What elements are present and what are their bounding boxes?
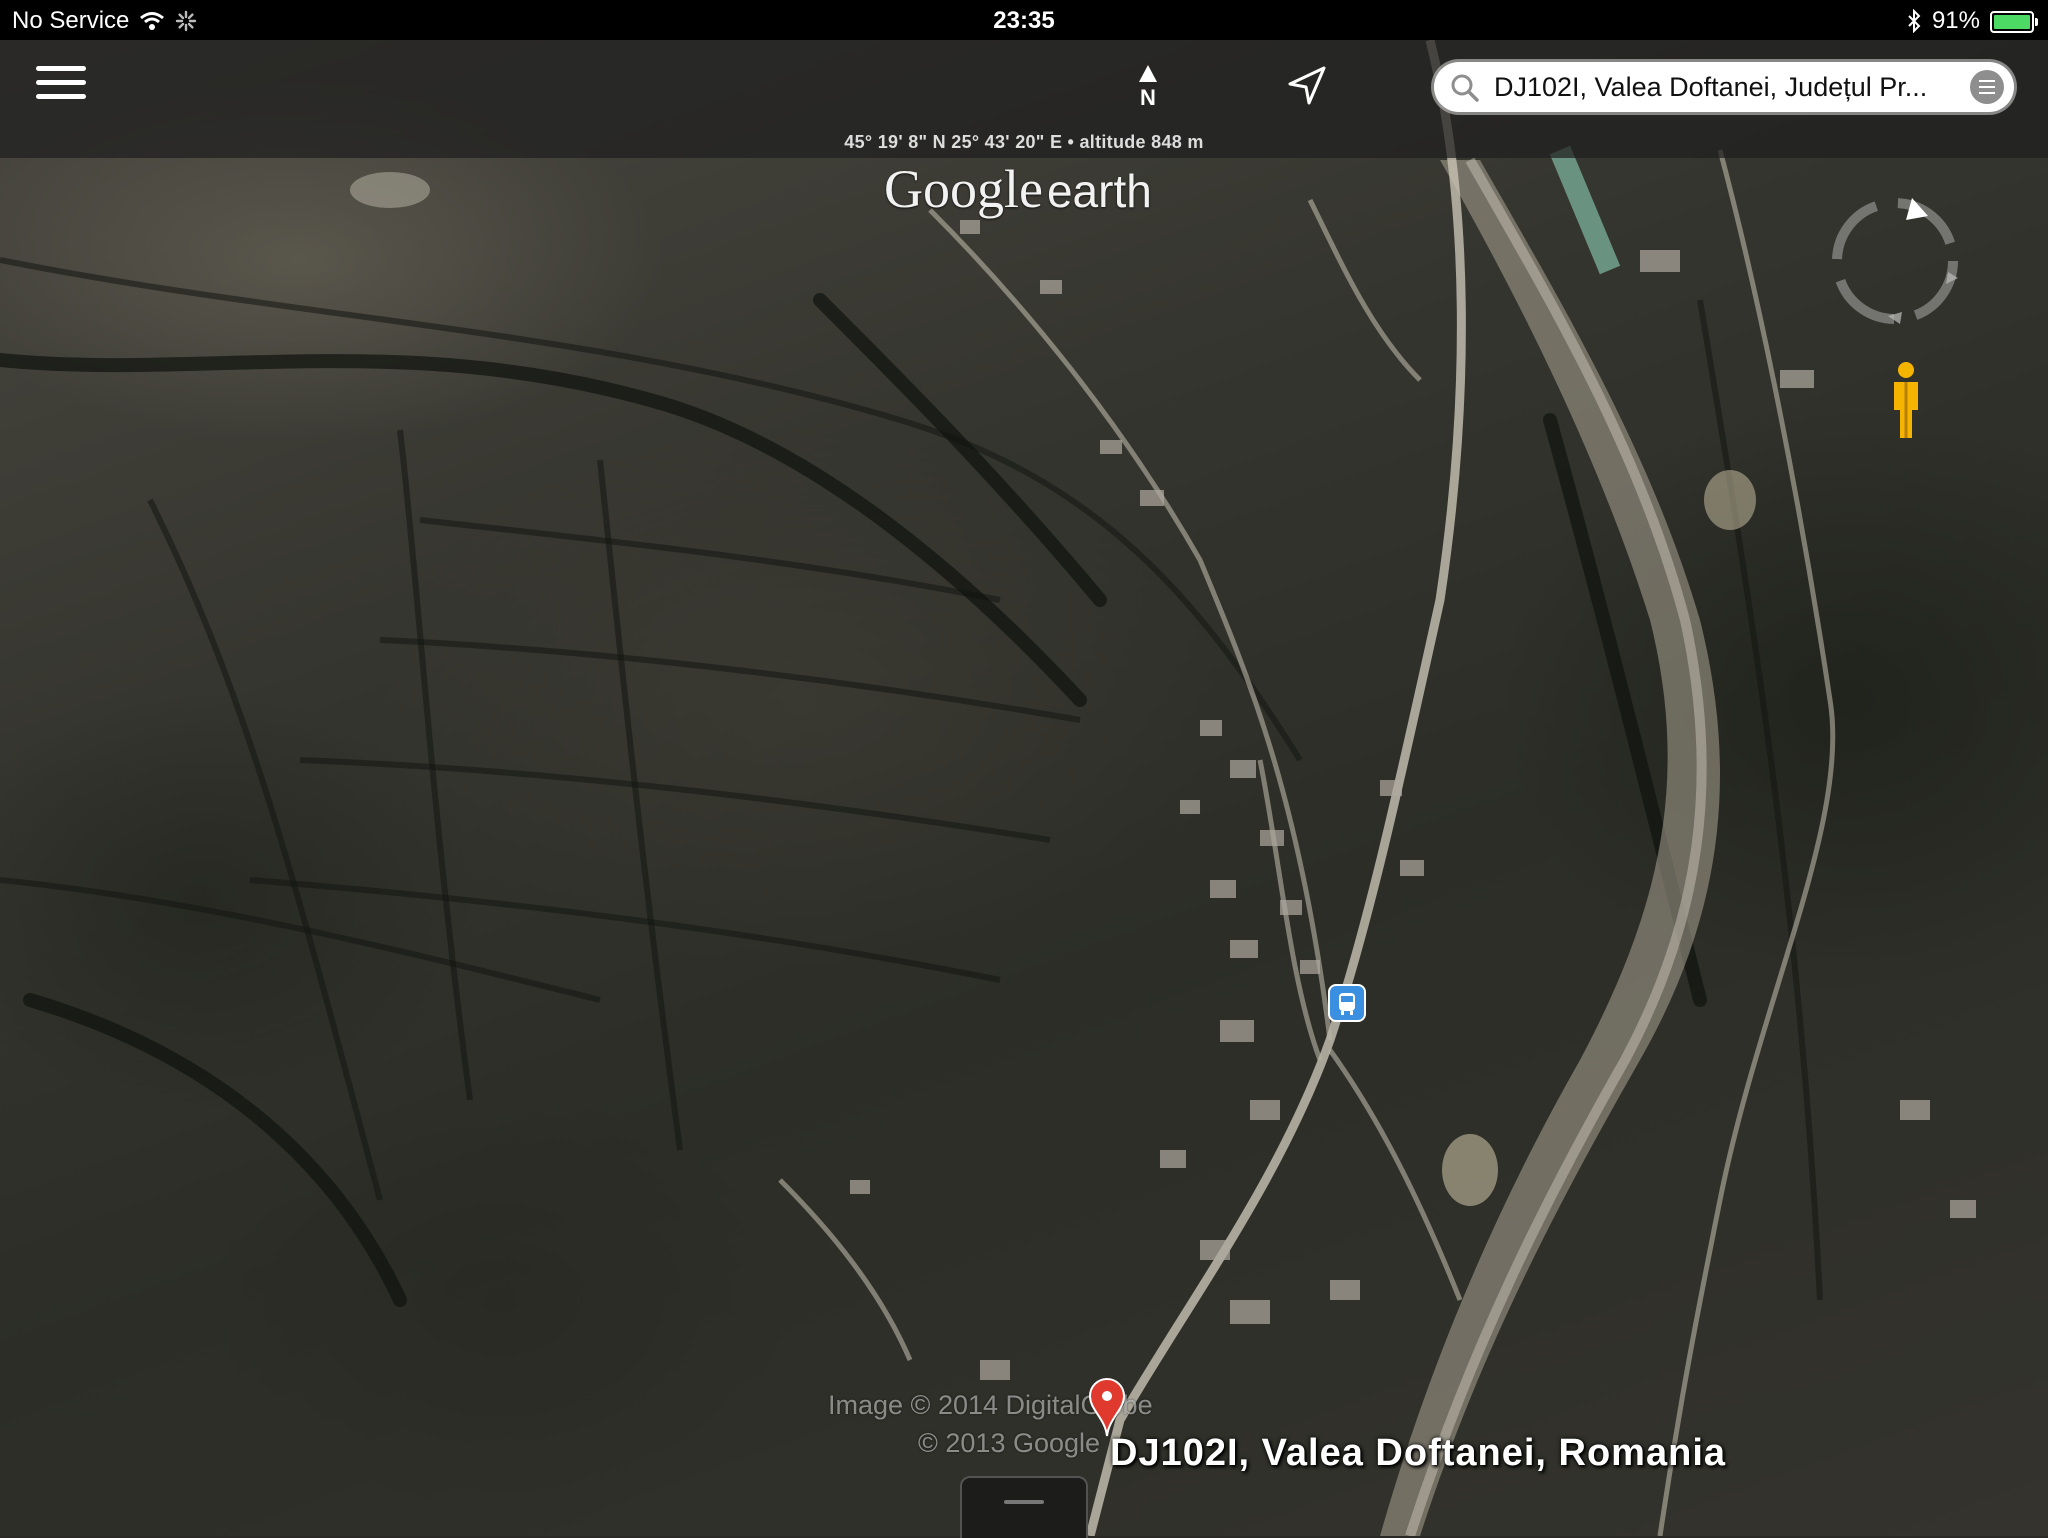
search-icon: [1451, 74, 1479, 102]
logo-google-text: Google: [884, 159, 1043, 219]
map-terrain-overlay: [0, 38, 1976, 1536]
logo-earth-text: earth: [1046, 165, 1152, 217]
top-toolbar: N DJ102I, Valea Doftanei, Județul Pr... …: [0, 40, 2048, 158]
street-view-pegman-icon: [1894, 362, 1918, 438]
coordinates-readout: 45° 19' 8" N 25° 43' 20" E • altitude 84…: [844, 132, 1204, 152]
status-right: 91%: [1906, 7, 2038, 35]
compass-icon: [1832, 198, 1958, 324]
menu-button[interactable]: [36, 66, 86, 106]
bus-stop-marker[interactable]: [1328, 984, 1366, 1022]
place-pin-marker[interactable]: [1088, 1378, 1126, 1438]
hamburger-menu-icon-line: [36, 94, 86, 99]
status-bar: No Service 23:35 91%: [0, 0, 2048, 40]
battery-icon: [1990, 11, 2038, 33]
list-icon-line: [1979, 92, 1995, 94]
location-arrow-icon: [1288, 66, 1326, 105]
bluetooth-icon: [1908, 9, 1921, 33]
north-label: N: [1140, 85, 1156, 110]
list-icon: [1979, 80, 1995, 82]
hamburger-menu-icon: [36, 66, 86, 71]
street-view-pegman[interactable]: [1888, 360, 1924, 440]
north-up-button[interactable]: N: [1128, 64, 1168, 114]
place-label[interactable]: DJ102I, Valea Doftanei, Romania: [1110, 1432, 1726, 1475]
bottom-drawer-handle[interactable]: [960, 1476, 1088, 1538]
battery-tip: [2035, 18, 2038, 26]
search-input[interactable]: DJ102I, Valea Doftanei, Județul Pr...: [1434, 62, 2014, 112]
battery-percent: 91%: [1931, 7, 1980, 34]
compass-control[interactable]: [1828, 194, 1962, 328]
hamburger-menu-icon-line: [36, 80, 86, 85]
my-location-button[interactable]: [1282, 62, 1330, 110]
satellite-map[interactable]: [0, 0, 2048, 1536]
bus-stop-icon: [1339, 993, 1355, 1015]
drawer-grip: [1004, 1500, 1044, 1504]
map-pin-icon: [1088, 1378, 1126, 1437]
north-arrow-icon: [1139, 65, 1157, 82]
search-results-list-button[interactable]: [1970, 70, 2004, 104]
battery-level: [1994, 15, 2030, 29]
status-time: 23:35: [993, 7, 1055, 34]
list-icon-line: [1979, 86, 1995, 88]
search-query-text: DJ102I, Valea Doftanei, Județul Pr...: [1494, 72, 1928, 102]
google-earth-logo: Googleearth: [884, 158, 1152, 220]
